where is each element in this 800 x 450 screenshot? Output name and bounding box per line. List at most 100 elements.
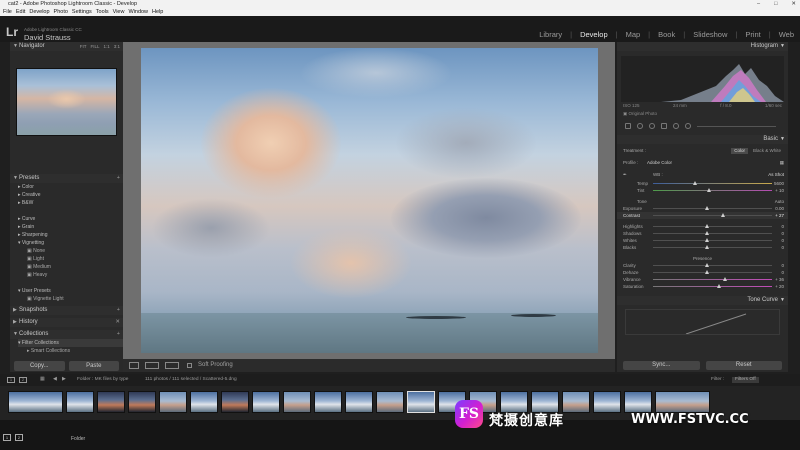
nav-3-1[interactable]: 3:1 bbox=[114, 42, 120, 51]
forward-arrow-icon[interactable]: ▶ bbox=[62, 374, 66, 386]
clarity-slider[interactable]: Clarity 0 bbox=[617, 262, 788, 269]
whites-slider[interactable]: Whites 0 bbox=[617, 237, 788, 244]
slider-knob[interactable] bbox=[705, 263, 709, 267]
slider-knob[interactable] bbox=[705, 224, 709, 228]
slider-knob[interactable] bbox=[705, 270, 709, 274]
nav-1-1[interactable]: 1:1 bbox=[103, 42, 109, 51]
filmstrip-thumb[interactable] bbox=[376, 391, 404, 413]
menu-photo[interactable]: Photo bbox=[54, 8, 68, 16]
saturation-slider[interactable]: Saturation + 20 bbox=[617, 283, 788, 290]
menu-view[interactable]: View bbox=[113, 8, 125, 16]
filmstrip-thumb[interactable] bbox=[128, 391, 156, 413]
before-after-icon[interactable] bbox=[145, 362, 159, 369]
preset-item[interactable]: ▣ None bbox=[18, 247, 123, 255]
tone-auto-button[interactable]: Auto bbox=[775, 198, 784, 205]
basic-header[interactable]: Basic ▼ bbox=[617, 135, 788, 144]
slider-knob[interactable] bbox=[717, 284, 721, 288]
temp-slider[interactable]: Temp 5600 bbox=[617, 180, 788, 187]
filmstrip-thumb[interactable] bbox=[8, 391, 63, 413]
add-snapshot-icon[interactable]: + bbox=[117, 306, 120, 315]
slider-knob[interactable] bbox=[705, 245, 709, 249]
slider-knob[interactable] bbox=[693, 181, 697, 185]
paste-button[interactable]: Paste bbox=[68, 361, 119, 371]
module-library[interactable]: Library bbox=[539, 30, 562, 39]
filmstrip-thumb[interactable] bbox=[252, 391, 280, 413]
filmstrip-thumb[interactable] bbox=[562, 391, 590, 413]
filmstrip-thumb-selected[interactable] bbox=[407, 391, 435, 413]
maximize-icon[interactable]: □ bbox=[774, 0, 777, 8]
red-eye-icon[interactable] bbox=[649, 123, 655, 129]
reset-button[interactable]: Reset bbox=[705, 361, 782, 370]
module-slideshow[interactable]: Slideshow bbox=[693, 30, 727, 39]
preset-item[interactable]: ▣ Light bbox=[18, 255, 123, 263]
menu-file[interactable]: File bbox=[3, 8, 12, 16]
filmstrip-thumb[interactable] bbox=[624, 391, 652, 413]
filmstrip-thumb[interactable] bbox=[655, 391, 710, 413]
filmstrip-thumb[interactable] bbox=[593, 391, 621, 413]
treatment-color[interactable]: Color bbox=[731, 148, 748, 154]
spot-removal-icon[interactable] bbox=[637, 123, 643, 129]
preset-group[interactable]: ▸ Creative bbox=[18, 191, 123, 199]
slider-knob[interactable] bbox=[723, 277, 727, 281]
soft-proofing-checkbox[interactable] bbox=[187, 363, 192, 368]
menu-tools[interactable]: Tools bbox=[96, 8, 109, 16]
slider-knob[interactable] bbox=[705, 238, 709, 242]
module-map[interactable]: Map bbox=[626, 30, 641, 39]
blacks-slider[interactable]: Blacks 0 bbox=[617, 244, 788, 251]
tint-slider[interactable]: Tint + 10 bbox=[617, 187, 788, 194]
vibrance-slider[interactable]: Vibrance + 36 bbox=[617, 276, 788, 283]
preset-group[interactable]: ▸ Sharpening bbox=[18, 231, 123, 239]
slider-knob[interactable] bbox=[721, 213, 725, 217]
minimize-icon[interactable]: – bbox=[757, 0, 760, 8]
contrast-slider[interactable]: Contrast + 27 bbox=[617, 212, 788, 219]
preset-group[interactable]: ▸ Curve bbox=[18, 215, 123, 223]
shadows-slider[interactable]: Shadows 0 bbox=[617, 230, 788, 237]
snapshots-header[interactable]: ▶ Snapshots + bbox=[10, 306, 123, 315]
filmstrip-thumb[interactable] bbox=[190, 391, 218, 413]
navigator-preview[interactable] bbox=[16, 68, 117, 136]
exposure-slider[interactable]: Exposure 0.00 bbox=[617, 205, 788, 212]
graduated-filter-icon[interactable] bbox=[661, 123, 667, 129]
menu-window[interactable]: Window bbox=[128, 8, 148, 16]
history-header[interactable]: ▶ History ✕ bbox=[10, 318, 123, 327]
collections-header[interactable]: ▼ Collections + bbox=[10, 330, 123, 339]
profile-select[interactable]: Adobe Color bbox=[647, 159, 672, 166]
module-book[interactable]: Book bbox=[658, 30, 675, 39]
sync-button[interactable]: Sync... bbox=[623, 361, 700, 370]
histogram[interactable] bbox=[621, 56, 784, 102]
filmstrip-thumb[interactable] bbox=[221, 391, 249, 413]
grid-view-icon[interactable]: ▦ bbox=[40, 374, 45, 386]
highlights-slider[interactable]: Highlights 0 bbox=[617, 223, 788, 230]
loupe-view-icon[interactable] bbox=[129, 362, 139, 369]
preset-group[interactable]: ▸ B&W bbox=[18, 199, 123, 207]
filter-select[interactable]: Filters Off bbox=[732, 377, 759, 383]
preset-group[interactable]: ▸ Color bbox=[18, 183, 123, 191]
module-develop[interactable]: Develop bbox=[580, 30, 608, 39]
preset-group[interactable]: ▾ Vignetting bbox=[18, 239, 123, 247]
menu-settings[interactable]: Settings bbox=[72, 8, 92, 16]
dehaze-slider[interactable]: Dehaze 0 bbox=[617, 269, 788, 276]
slider-knob[interactable] bbox=[707, 188, 711, 192]
histogram-header[interactable]: Histogram ▼ bbox=[617, 42, 788, 51]
tone-curve-header[interactable]: Tone Curve ▼ bbox=[617, 296, 788, 305]
menu-develop[interactable]: Develop bbox=[29, 8, 49, 16]
tone-curve-graph[interactable] bbox=[625, 309, 780, 335]
compare-view-icon[interactable] bbox=[165, 362, 179, 369]
filmstrip-thumb[interactable] bbox=[283, 391, 311, 413]
main-photo[interactable] bbox=[141, 48, 598, 353]
secondary-display-icon[interactable]: 2 bbox=[19, 377, 27, 383]
filmstrip-thumb[interactable] bbox=[66, 391, 94, 413]
clear-history-icon[interactable]: ✕ bbox=[115, 318, 120, 327]
crop-icon[interactable] bbox=[625, 123, 631, 129]
presets-header[interactable]: ▼ Presets + bbox=[10, 174, 123, 183]
preset-group[interactable]: ▸ Grain bbox=[18, 223, 123, 231]
module-web[interactable]: Web bbox=[779, 30, 794, 39]
add-preset-icon[interactable]: + bbox=[117, 174, 120, 183]
collection-item[interactable]: ▾ Filter Collections bbox=[18, 339, 123, 347]
primary-display-icon[interactable]: 1 bbox=[3, 434, 11, 441]
collection-item[interactable]: ▸ Smart Collections bbox=[18, 347, 123, 355]
module-print[interactable]: Print bbox=[745, 30, 760, 39]
menu-help[interactable]: Help bbox=[152, 8, 163, 16]
filmstrip-thumb[interactable] bbox=[159, 391, 187, 413]
preset-group[interactable]: ▾ User Presets bbox=[18, 287, 123, 295]
